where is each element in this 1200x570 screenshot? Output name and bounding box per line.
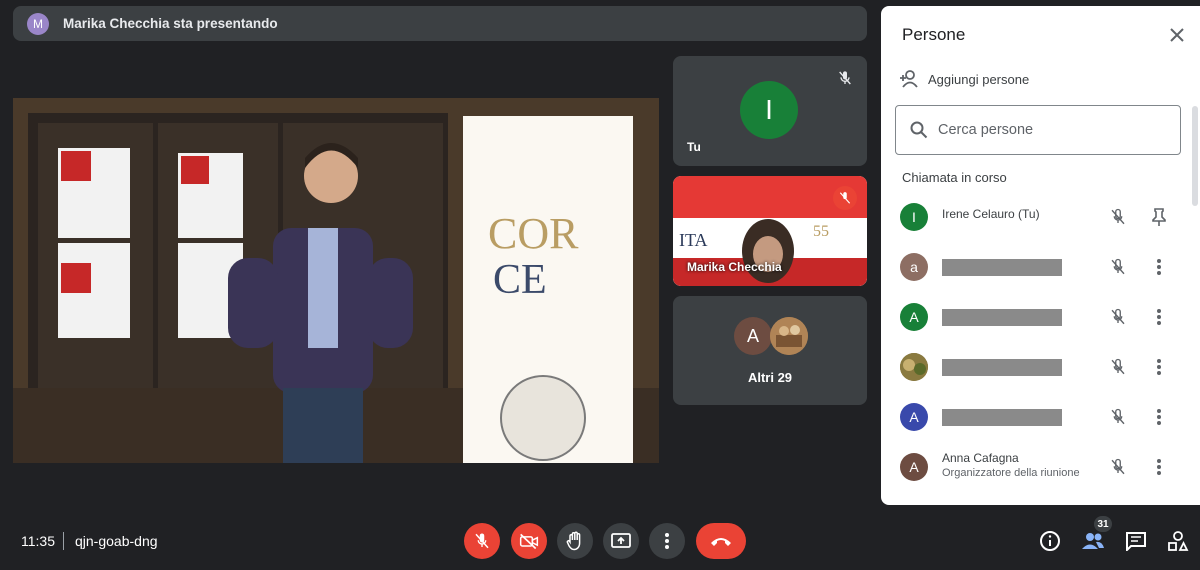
mic-off-icon xyxy=(833,186,857,210)
add-person-icon xyxy=(900,70,918,88)
mic-off-icon[interactable] xyxy=(1107,456,1129,478)
mic-toggle-button[interactable] xyxy=(464,523,500,559)
presentation-frame: COR CE xyxy=(13,98,659,463)
panel-title: Persone xyxy=(902,25,966,44)
clock: 11:35 xyxy=(21,533,55,549)
search-box xyxy=(895,105,1181,155)
camera-off-icon xyxy=(519,533,539,550)
people-panel: Persone Aggiungi persone Chiamata in cor… xyxy=(881,6,1200,505)
presenter-banner-text: Marika Checchia sta presentando xyxy=(63,16,278,31)
section-label: Chiamata in corso xyxy=(902,170,1007,185)
meeting-code: qjn-goab-dng xyxy=(75,533,158,549)
list-item[interactable]: A Anna Cafagna Organizzatore della riuni… xyxy=(881,442,1191,492)
person-avatar: A xyxy=(900,453,928,481)
activities-icon[interactable] xyxy=(1166,529,1190,553)
self-avatar: I xyxy=(740,81,798,139)
list-item[interactable]: A xyxy=(881,392,1191,442)
redacted-name xyxy=(942,409,1062,426)
presenter-banner: M Marika Checchia sta presentando xyxy=(13,6,867,41)
presenter-avatar: M xyxy=(27,12,49,35)
search-icon xyxy=(910,121,928,139)
person-avatar-photo xyxy=(900,353,928,381)
person-name: Anna Cafagna xyxy=(942,451,1019,465)
person-role: Organizzatore della riunione xyxy=(942,467,1080,479)
svg-text:CE: CE xyxy=(493,257,547,303)
person-avatar: a xyxy=(900,253,928,281)
chat-icon[interactable] xyxy=(1124,529,1148,553)
list-item[interactable] xyxy=(881,342,1191,392)
people-icon[interactable] xyxy=(1081,529,1105,553)
list-item[interactable]: I Irene Celauro (Tu) xyxy=(881,192,1191,242)
mic-off-icon[interactable] xyxy=(1107,306,1129,328)
more-options-icon[interactable] xyxy=(1148,406,1170,428)
hand-icon xyxy=(566,531,581,551)
people-list: I Irene Celauro (Tu) a A A A Anna Cafagn… xyxy=(881,192,1191,492)
camera-toggle-button[interactable] xyxy=(511,523,547,559)
more-options-button[interactable] xyxy=(649,523,685,559)
self-tile-name: Tu xyxy=(687,140,701,154)
info-icon[interactable] xyxy=(1038,529,1062,553)
svg-text:55: 55 xyxy=(813,223,829,240)
person-avatar: I xyxy=(900,203,928,231)
mic-off-icon xyxy=(475,533,489,549)
participant-count-badge: 31 xyxy=(1094,516,1112,532)
more-options-icon[interactable] xyxy=(1148,306,1170,328)
leave-call-button[interactable] xyxy=(696,523,746,559)
close-icon[interactable] xyxy=(1166,24,1188,46)
add-people-label: Aggiungi persone xyxy=(928,71,1030,87)
list-item[interactable]: a xyxy=(881,242,1191,292)
more-options-icon xyxy=(665,533,669,549)
presentation-video[interactable]: COR CE xyxy=(13,98,659,463)
person-name: Irene Celauro (Tu) xyxy=(942,207,1040,221)
tile-others[interactable]: A Altri 29 xyxy=(673,296,867,405)
mic-off-icon[interactable] xyxy=(1107,406,1129,428)
redacted-name xyxy=(942,309,1062,326)
tile-self[interactable]: I Tu xyxy=(673,56,867,166)
mic-off-icon[interactable] xyxy=(1107,256,1129,278)
more-options-icon[interactable] xyxy=(1148,256,1170,278)
more-options-icon[interactable] xyxy=(1148,356,1170,378)
mic-off-icon[interactable] xyxy=(1107,206,1129,228)
present-screen-button[interactable] xyxy=(603,523,639,559)
others-avatar-photo xyxy=(770,317,808,355)
person-avatar: A xyxy=(900,303,928,331)
more-options-icon[interactable] xyxy=(1148,456,1170,478)
person-avatar: A xyxy=(900,403,928,431)
mic-off-icon[interactable] xyxy=(1107,356,1129,378)
list-item[interactable]: A xyxy=(881,292,1191,342)
raise-hand-button[interactable] xyxy=(557,523,593,559)
pin-icon[interactable] xyxy=(1148,206,1170,228)
svg-text:COR: COR xyxy=(488,209,579,258)
tile-speaker[interactable]: ITA 55 Marika Checchia xyxy=(673,176,867,286)
others-avatar: A xyxy=(734,317,772,355)
divider xyxy=(63,532,64,550)
svg-text:ITA: ITA xyxy=(679,230,708,250)
panel-scrollbar[interactable] xyxy=(1192,106,1198,206)
others-label: Altri 29 xyxy=(747,370,793,385)
redacted-name xyxy=(942,259,1062,276)
redacted-name xyxy=(942,359,1062,376)
hang-up-icon xyxy=(711,538,731,546)
search-input[interactable] xyxy=(938,122,1158,138)
speaker-tile-name: Marika Checchia xyxy=(687,260,782,274)
add-people-button[interactable]: Aggiungi persone xyxy=(899,70,1029,88)
present-icon xyxy=(611,533,631,548)
mic-off-icon xyxy=(833,66,857,90)
